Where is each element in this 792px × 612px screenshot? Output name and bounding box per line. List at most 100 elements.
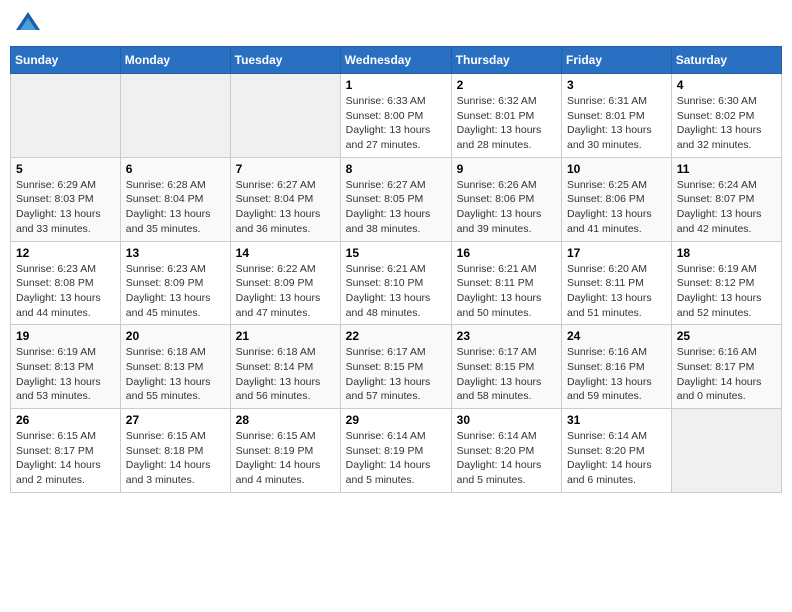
calendar-cell: 26 Sunrise: 6:15 AMSunset: 8:17 PMDayligh…: [11, 409, 121, 493]
calendar-cell: 3 Sunrise: 6:31 AMSunset: 8:01 PMDaylight…: [562, 74, 672, 158]
calendar-cell: 15 Sunrise: 6:21 AMSunset: 8:10 PMDayligh…: [340, 241, 451, 325]
calendar-cell: 11 Sunrise: 6:24 AMSunset: 8:07 PMDayligh…: [671, 157, 781, 241]
day-number: 14: [236, 246, 335, 260]
calendar-cell: 28 Sunrise: 6:15 AMSunset: 8:19 PMDayligh…: [230, 409, 340, 493]
day-info: Sunrise: 6:17 AMSunset: 8:15 PMDaylight:…: [346, 345, 446, 404]
header-day-thursday: Thursday: [451, 47, 561, 74]
day-info: Sunrise: 6:21 AMSunset: 8:11 PMDaylight:…: [457, 262, 556, 321]
calendar-body: 1 Sunrise: 6:33 AMSunset: 8:00 PMDaylight…: [11, 74, 782, 493]
day-info: Sunrise: 6:30 AMSunset: 8:02 PMDaylight:…: [677, 94, 776, 153]
calendar-cell: 27 Sunrise: 6:15 AMSunset: 8:18 PMDayligh…: [120, 409, 230, 493]
day-info: Sunrise: 6:19 AMSunset: 8:13 PMDaylight:…: [16, 345, 115, 404]
day-number: 3: [567, 78, 666, 92]
calendar-cell: 1 Sunrise: 6:33 AMSunset: 8:00 PMDaylight…: [340, 74, 451, 158]
day-info: Sunrise: 6:21 AMSunset: 8:10 PMDaylight:…: [346, 262, 446, 321]
logo: [14, 10, 46, 38]
header-day-monday: Monday: [120, 47, 230, 74]
day-info: Sunrise: 6:32 AMSunset: 8:01 PMDaylight:…: [457, 94, 556, 153]
day-info: Sunrise: 6:28 AMSunset: 8:04 PMDaylight:…: [126, 178, 225, 237]
day-info: Sunrise: 6:15 AMSunset: 8:19 PMDaylight:…: [236, 429, 335, 488]
calendar-cell: 17 Sunrise: 6:20 AMSunset: 8:11 PMDayligh…: [562, 241, 672, 325]
day-number: 27: [126, 413, 225, 427]
calendar-cell: [11, 74, 121, 158]
header-day-tuesday: Tuesday: [230, 47, 340, 74]
day-info: Sunrise: 6:14 AMSunset: 8:19 PMDaylight:…: [346, 429, 446, 488]
header-day-saturday: Saturday: [671, 47, 781, 74]
day-number: 29: [346, 413, 446, 427]
day-number: 18: [677, 246, 776, 260]
day-number: 24: [567, 329, 666, 343]
day-number: 19: [16, 329, 115, 343]
day-info: Sunrise: 6:16 AMSunset: 8:17 PMDaylight:…: [677, 345, 776, 404]
day-number: 20: [126, 329, 225, 343]
day-info: Sunrise: 6:20 AMSunset: 8:11 PMDaylight:…: [567, 262, 666, 321]
calendar-cell: 14 Sunrise: 6:22 AMSunset: 8:09 PMDayligh…: [230, 241, 340, 325]
day-number: 22: [346, 329, 446, 343]
day-number: 5: [16, 162, 115, 176]
calendar-cell: 12Sunrise: 6:23 AMSunset: 8:08 PMDayligh…: [11, 241, 121, 325]
calendar-cell: 19 Sunrise: 6:19 AMSunset: 8:13 PMDayligh…: [11, 325, 121, 409]
calendar-cell: 20Sunrise: 6:18 AMSunset: 8:13 PMDayligh…: [120, 325, 230, 409]
week-row-1: 1 Sunrise: 6:33 AMSunset: 8:00 PMDaylight…: [11, 74, 782, 158]
header-day-wednesday: Wednesday: [340, 47, 451, 74]
header-row: SundayMondayTuesdayWednesdayThursdayFrid…: [11, 47, 782, 74]
calendar-cell: 10 Sunrise: 6:25 AMSunset: 8:06 PMDayligh…: [562, 157, 672, 241]
day-number: 31: [567, 413, 666, 427]
day-info: Sunrise: 6:27 AMSunset: 8:04 PMDaylight:…: [236, 178, 335, 237]
calendar-cell: 23 Sunrise: 6:17 AMSunset: 8:15 PMDayligh…: [451, 325, 561, 409]
day-info: Sunrise: 6:15 AMSunset: 8:17 PMDaylight:…: [16, 429, 115, 488]
page-header: [10, 10, 782, 38]
day-info: Sunrise: 6:19 AMSunset: 8:12 PMDaylight:…: [677, 262, 776, 321]
logo-icon: [14, 10, 42, 38]
day-info: Sunrise: 6:23 AMSunset: 8:08 PMDaylight:…: [16, 262, 115, 321]
calendar-cell: 21Sunrise: 6:18 AMSunset: 8:14 PMDayligh…: [230, 325, 340, 409]
day-info: Sunrise: 6:25 AMSunset: 8:06 PMDaylight:…: [567, 178, 666, 237]
day-info: Sunrise: 6:22 AMSunset: 8:09 PMDaylight:…: [236, 262, 335, 321]
day-info: Sunrise: 6:17 AMSunset: 8:15 PMDaylight:…: [457, 345, 556, 404]
day-info: Sunrise: 6:31 AMSunset: 8:01 PMDaylight:…: [567, 94, 666, 153]
calendar-cell: 18 Sunrise: 6:19 AMSunset: 8:12 PMDayligh…: [671, 241, 781, 325]
day-number: 30: [457, 413, 556, 427]
day-number: 2: [457, 78, 556, 92]
calendar-cell: 22 Sunrise: 6:17 AMSunset: 8:15 PMDayligh…: [340, 325, 451, 409]
header-day-friday: Friday: [562, 47, 672, 74]
calendar-cell: [120, 74, 230, 158]
calendar-cell: 25 Sunrise: 6:16 AMSunset: 8:17 PMDayligh…: [671, 325, 781, 409]
day-number: 23: [457, 329, 556, 343]
day-number: 25: [677, 329, 776, 343]
day-number: 11: [677, 162, 776, 176]
day-info: Sunrise: 6:24 AMSunset: 8:07 PMDaylight:…: [677, 178, 776, 237]
week-row-2: 5Sunrise: 6:29 AMSunset: 8:03 PMDaylight…: [11, 157, 782, 241]
calendar-cell: 8 Sunrise: 6:27 AMSunset: 8:05 PMDaylight…: [340, 157, 451, 241]
calendar-cell: 29 Sunrise: 6:14 AMSunset: 8:19 PMDayligh…: [340, 409, 451, 493]
day-number: 8: [346, 162, 446, 176]
header-day-sunday: Sunday: [11, 47, 121, 74]
day-number: 16: [457, 246, 556, 260]
week-row-3: 12Sunrise: 6:23 AMSunset: 8:08 PMDayligh…: [11, 241, 782, 325]
day-info: Sunrise: 6:23 AMSunset: 8:09 PMDaylight:…: [126, 262, 225, 321]
calendar-cell: [671, 409, 781, 493]
day-number: 15: [346, 246, 446, 260]
day-info: Sunrise: 6:14 AMSunset: 8:20 PMDaylight:…: [567, 429, 666, 488]
day-info: Sunrise: 6:16 AMSunset: 8:16 PMDaylight:…: [567, 345, 666, 404]
day-number: 6: [126, 162, 225, 176]
day-number: 10: [567, 162, 666, 176]
day-info: Sunrise: 6:27 AMSunset: 8:05 PMDaylight:…: [346, 178, 446, 237]
day-info: Sunrise: 6:18 AMSunset: 8:14 PMDaylight:…: [236, 345, 335, 404]
day-number: 9: [457, 162, 556, 176]
calendar-cell: 16 Sunrise: 6:21 AMSunset: 8:11 PMDayligh…: [451, 241, 561, 325]
day-number: 13: [126, 246, 225, 260]
day-number: 1: [346, 78, 446, 92]
day-number: 28: [236, 413, 335, 427]
calendar-cell: 13 Sunrise: 6:23 AMSunset: 8:09 PMDayligh…: [120, 241, 230, 325]
calendar-header: SundayMondayTuesdayWednesdayThursdayFrid…: [11, 47, 782, 74]
calendar-cell: 31 Sunrise: 6:14 AMSunset: 8:20 PMDayligh…: [562, 409, 672, 493]
day-number: 26: [16, 413, 115, 427]
week-row-4: 19 Sunrise: 6:19 AMSunset: 8:13 PMDayligh…: [11, 325, 782, 409]
calendar-cell: 5Sunrise: 6:29 AMSunset: 8:03 PMDaylight…: [11, 157, 121, 241]
calendar-cell: 2 Sunrise: 6:32 AMSunset: 8:01 PMDaylight…: [451, 74, 561, 158]
day-info: Sunrise: 6:33 AMSunset: 8:00 PMDaylight:…: [346, 94, 446, 153]
day-number: 17: [567, 246, 666, 260]
calendar-cell: 4Sunrise: 6:30 AMSunset: 8:02 PMDaylight…: [671, 74, 781, 158]
day-info: Sunrise: 6:15 AMSunset: 8:18 PMDaylight:…: [126, 429, 225, 488]
